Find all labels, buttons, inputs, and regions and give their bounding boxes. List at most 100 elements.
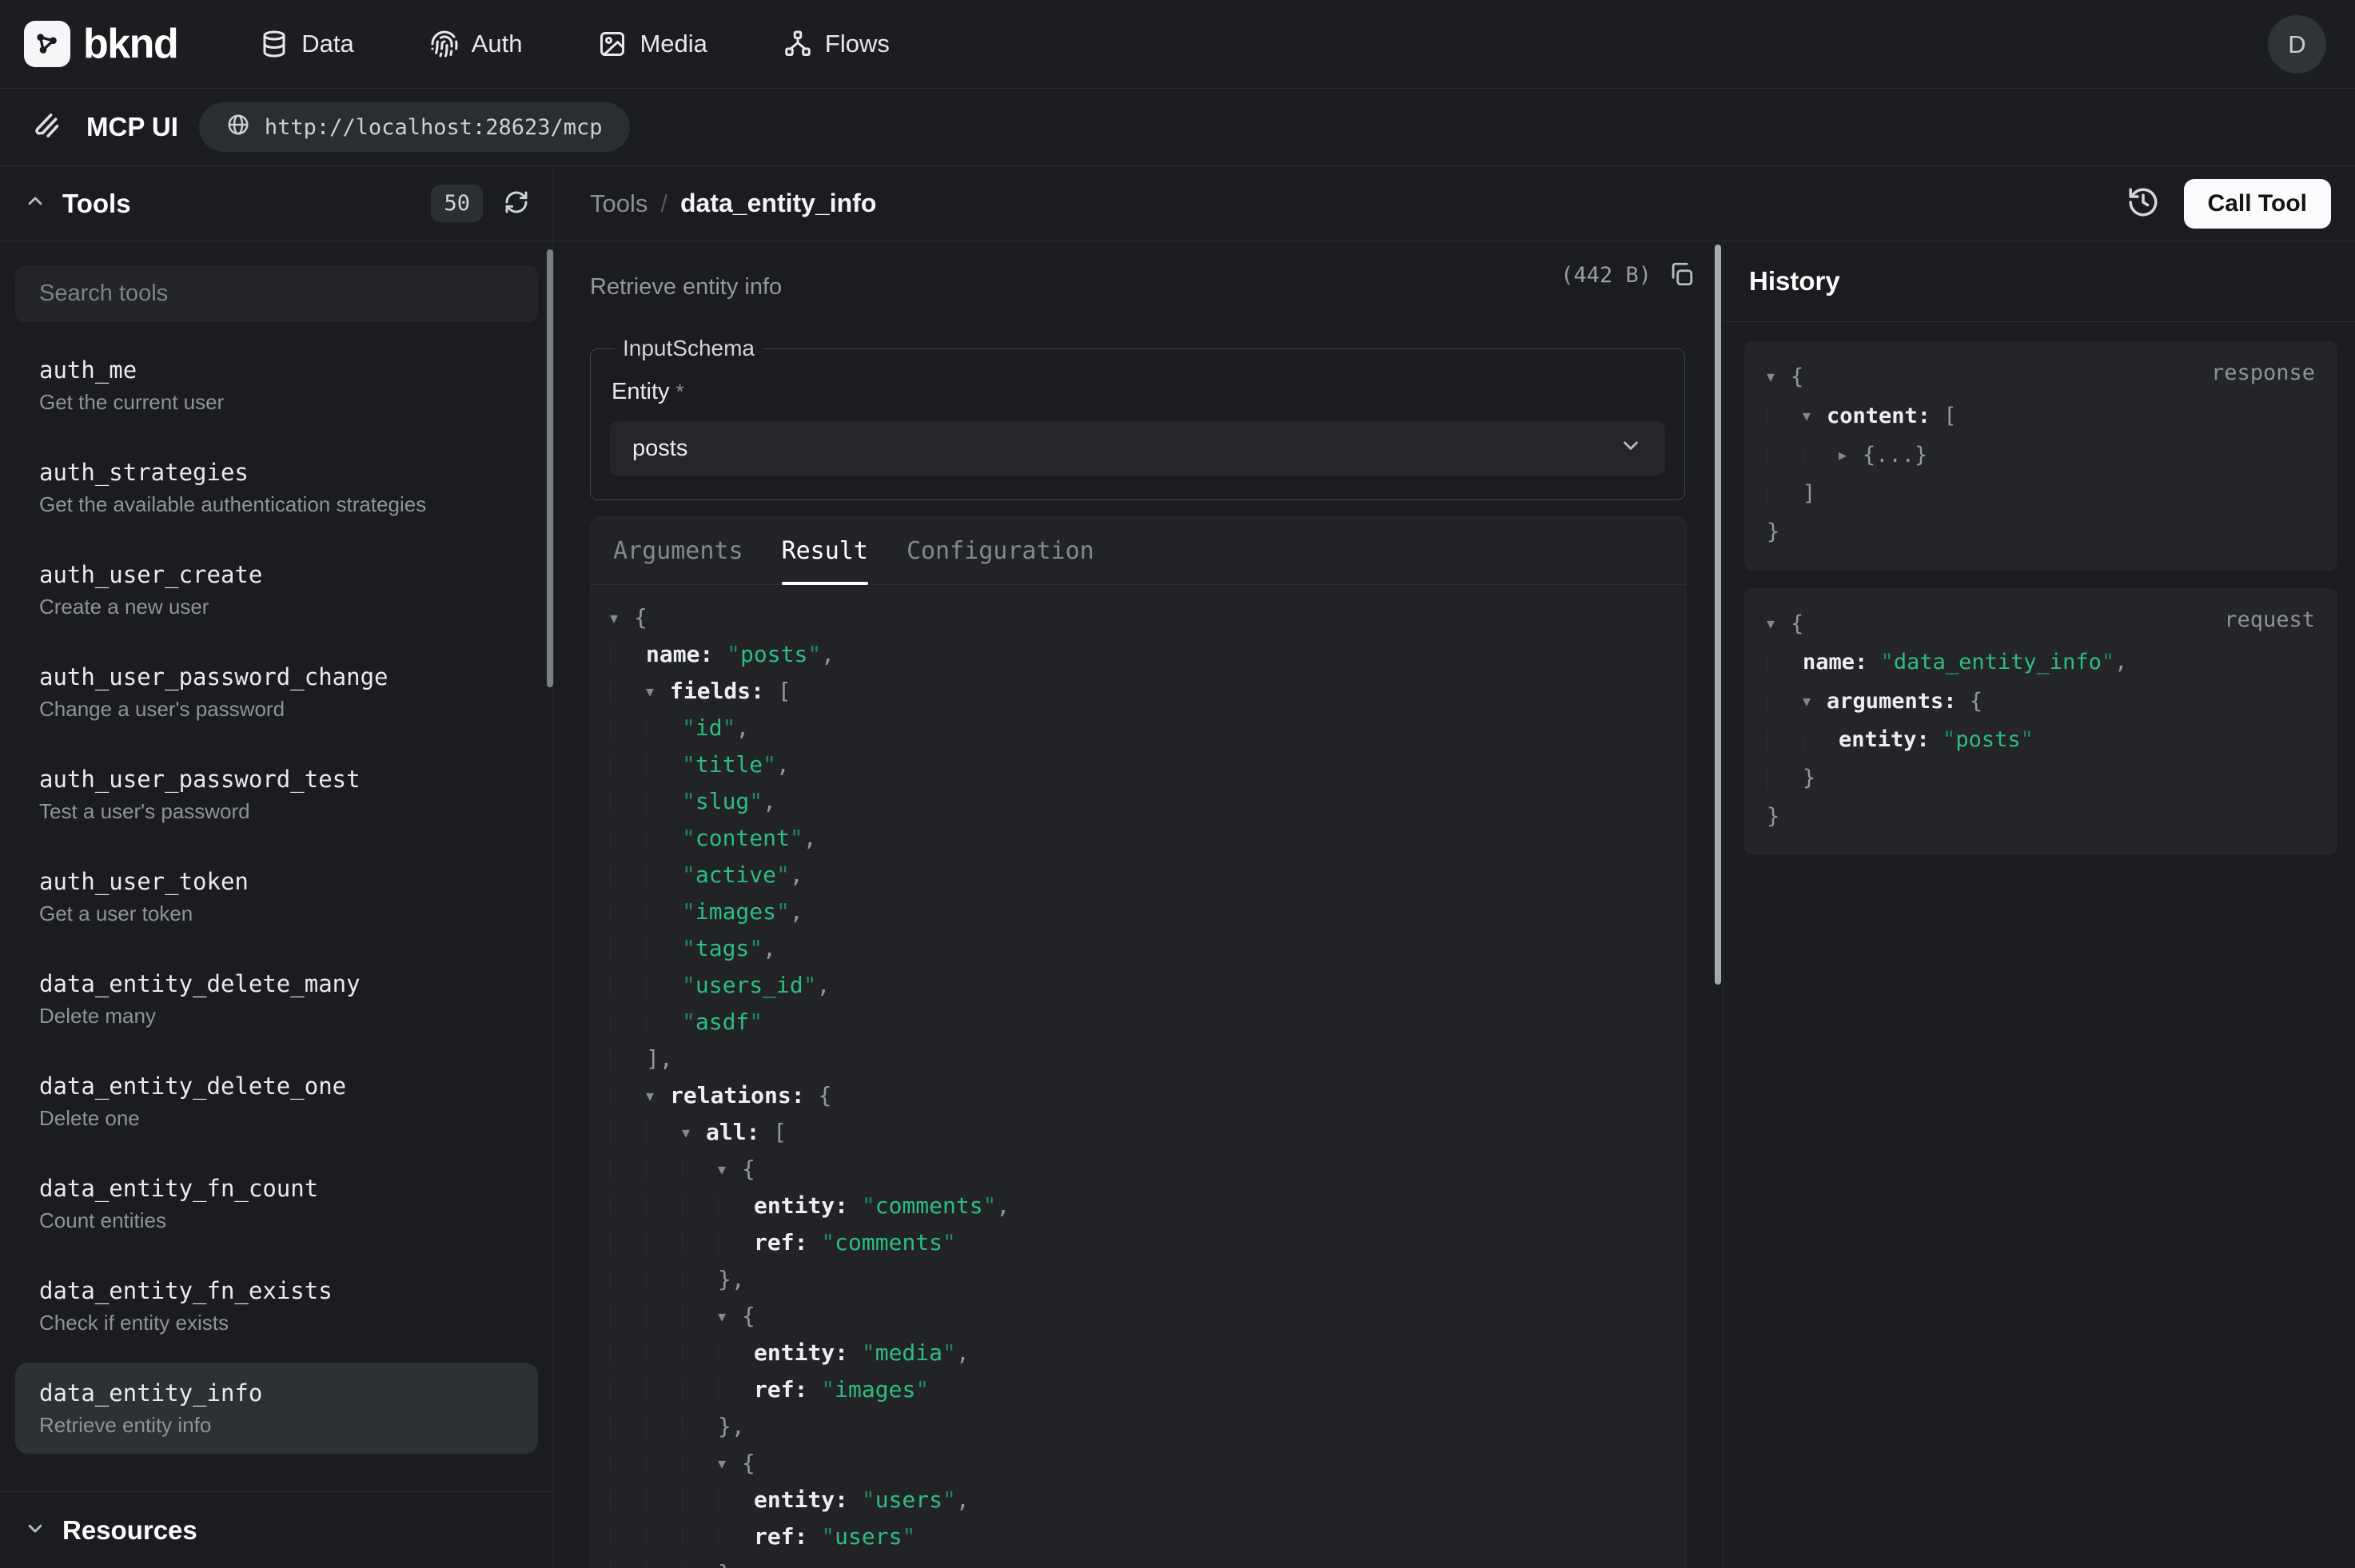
sidebar-tool-item[interactable]: auth_me Get the current user [15, 340, 538, 431]
user-avatar[interactable]: D [2268, 15, 2326, 74]
chevron-up-icon [24, 190, 46, 217]
history-card-response[interactable]: response ▾{▾content: [▸{...}]} [1744, 341, 2337, 571]
history-toggle-button[interactable] [2126, 185, 2160, 221]
copy-result-button[interactable] [1668, 261, 1695, 290]
nav-item-label: Data [301, 30, 353, 58]
tool-name: auth_user_create [39, 560, 514, 589]
brand-name: bknd [83, 20, 177, 68]
mcp-title: MCP UI [86, 112, 178, 142]
tools-sidebar: Tools 50 auth_me Get the current user [0, 166, 554, 1568]
tool-name: auth_user_token [39, 867, 514, 896]
sidebar-tool-item[interactable]: data_entity_fn_count Count entities [15, 1158, 538, 1249]
tool-desc: Count entities [39, 1208, 514, 1233]
sidebar-tool-item[interactable]: auth_user_token Get a user token [15, 851, 538, 942]
tool-name: data_entity_delete_many [39, 969, 514, 998]
globe-icon [226, 113, 250, 142]
breadcrumb-section[interactable]: Tools [590, 189, 648, 218]
avatar-initial: D [2288, 30, 2305, 59]
refresh-icon [504, 189, 529, 217]
tool-desc: Get the current user [39, 389, 514, 415]
fingerprint-icon [430, 30, 459, 58]
tool-desc: Change a user's password [39, 696, 514, 722]
nav-item-label: Auth [472, 30, 523, 58]
tools-section-header[interactable]: Tools 50 [0, 166, 553, 241]
result-json-viewer: ▾{name: "posts",▾fields: ["id","title","… [591, 585, 1686, 1568]
result-meta: (442 B) [1560, 261, 1695, 290]
tools-list: auth_me Get the current user auth_strate… [15, 340, 538, 1462]
tool-desc: Delete many [39, 1003, 514, 1029]
nav-item-media[interactable]: Media [598, 30, 707, 58]
tool-description: Retrieve entity info [590, 273, 1687, 300]
tool-name: auth_user_password_change [39, 663, 514, 691]
top-nav: bknd Data [0, 0, 2355, 89]
nav-item-auth[interactable]: Auth [430, 30, 523, 58]
history-card-label: response [2211, 360, 2315, 385]
history-panel: History response ▾{▾content: [▸{...}]} r… [1723, 241, 2355, 1568]
refresh-tools-button[interactable] [504, 189, 529, 217]
sidebar-tool-item[interactable]: data_entity_fn_exists Check if entity ex… [15, 1260, 538, 1351]
sidebar-tool-item[interactable]: data_entity_info Retrieve entity info [15, 1363, 538, 1454]
brand[interactable]: bknd [24, 20, 177, 68]
breadcrumb-separator: / [660, 189, 667, 218]
mcp-logo-icon [32, 109, 66, 146]
tool-name: data_entity_fn_count [39, 1174, 514, 1203]
nav-item-label: Media [640, 30, 707, 58]
sidebar-tool-item[interactable]: data_entity_delete_one Delete one [15, 1056, 538, 1147]
tool-desc: Get the available authentication strateg… [39, 491, 514, 517]
tab[interactable]: Result [782, 517, 868, 584]
history-clock-icon [2126, 185, 2160, 221]
bknd-logo-icon [24, 21, 70, 67]
tool-name: auth_me [39, 356, 514, 384]
search-input[interactable] [15, 265, 538, 322]
tool-name: data_entity_info [39, 1379, 514, 1407]
history-card-request[interactable]: request ▾{name: "data_entity_info",▾argu… [1744, 588, 2337, 855]
copy-icon [1668, 261, 1695, 290]
entity-field-label: Entity* [612, 379, 1665, 405]
tool-detail-panel: Retrieve entity info InputSchema Entity*… [555, 241, 1722, 1568]
entity-select-value: posts [632, 436, 1619, 462]
required-mark: * [676, 380, 684, 404]
history-title: History [1723, 241, 2355, 322]
nav-item-flows[interactable]: Flows [783, 30, 890, 58]
mcp-url-pill[interactable]: http://localhost:28623/mcp [199, 102, 630, 152]
network-icon [783, 30, 812, 58]
sidebar-tool-item[interactable]: data_entity_delete_many Delete many [15, 953, 538, 1045]
mcp-url: http://localhost:28623/mcp [265, 115, 603, 140]
sidebar-tool-item[interactable]: auth_user_password_change Change a user'… [15, 647, 538, 738]
input-schema-legend: InputSchema [615, 336, 763, 361]
tool-name: data_entity_fn_exists [39, 1276, 514, 1305]
image-icon [598, 30, 627, 58]
tool-desc: Delete one [39, 1105, 514, 1131]
sidebar-tool-item[interactable]: auth_user_create Create a new user [15, 544, 538, 635]
mcp-bar: MCP UI http://localhost:28623/mcp [0, 89, 2355, 166]
tool-name: auth_strategies [39, 458, 514, 487]
tool-name: auth_user_password_test [39, 765, 514, 794]
sidebar-tool-item[interactable]: auth_user_password_test Test a user's pa… [15, 749, 538, 840]
tool-name: data_entity_delete_one [39, 1072, 514, 1100]
main-scrollbar[interactable] [1715, 245, 1721, 985]
tools-section-title: Tools [62, 189, 131, 219]
nav-item-data[interactable]: Data [260, 30, 353, 58]
tool-desc: Get a user token [39, 901, 514, 926]
tools-list-container: auth_me Get the current user auth_strate… [0, 241, 553, 1462]
call-tool-button[interactable]: Call Tool [2184, 179, 2331, 229]
entity-select[interactable]: posts [610, 421, 1665, 476]
nav-items: Data Auth [260, 30, 890, 58]
history-request-json: ▾{name: "data_entity_info",▾arguments: {… [1767, 604, 2315, 836]
resources-section-title: Resources [62, 1515, 197, 1546]
database-icon [260, 30, 289, 58]
result-card: Arguments Result Configuration ▾{name: "po… [590, 516, 1687, 1568]
tabs-row: Arguments Result Configuration [591, 517, 1686, 585]
tab[interactable]: Configuration [907, 517, 1094, 584]
sidebar-scrollbar[interactable] [547, 249, 553, 687]
resources-section-header[interactable]: Resources [0, 1491, 554, 1568]
tool-desc: Create a new user [39, 594, 514, 619]
tools-count-badge: 50 [431, 185, 483, 222]
breadcrumb-current: data_entity_info [680, 189, 876, 218]
history-list: response ▾{▾content: [▸{...}]} request ▾… [1723, 322, 2355, 855]
history-card-label: request [2224, 607, 2315, 632]
chevron-down-icon [24, 1517, 46, 1543]
sidebar-tool-item[interactable]: auth_strategies Get the available authen… [15, 442, 538, 533]
result-size: (442 B) [1560, 263, 1652, 288]
tab[interactable]: Arguments [613, 517, 743, 584]
